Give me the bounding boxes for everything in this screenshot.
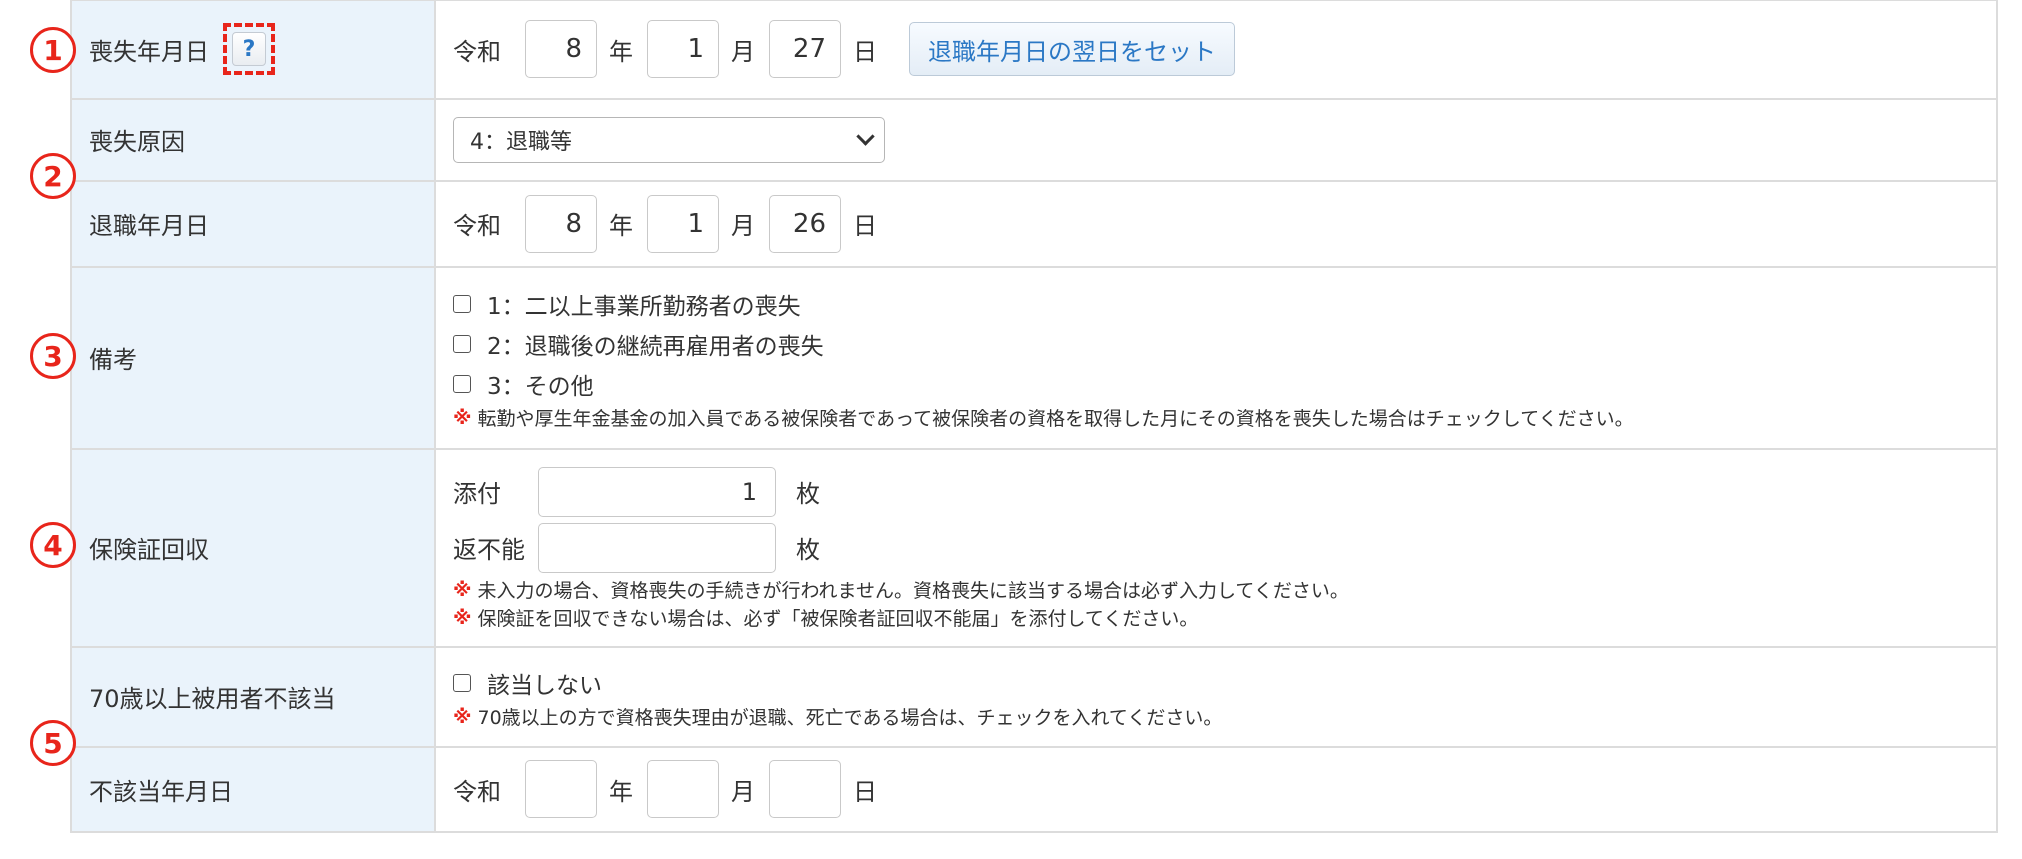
label-cell-insurance-card: 保険証回収 [70,447,436,648]
help-highlight: ? [223,23,275,76]
era-label: 令和 [453,37,501,66]
loss-reason-select[interactable]: 4：退職等 [453,116,885,163]
attached-count-input[interactable]: 1 [538,466,776,517]
year-unit: 年 [609,777,633,806]
year-unit: 年 [609,37,633,66]
loss-month-input[interactable]: 1 [647,20,719,79]
loss-form-table: 喪失年月日 ? 令和 8 年 1 月 27 日 退職年月日の翌日をセット 喪失原… [70,0,1998,833]
remarks-option-label: 1：二以上事業所勤務者の喪失 [487,293,801,320]
over70-option-label: 該当しない [487,672,602,699]
over70-option[interactable]: 該当しない [453,663,1996,703]
insurance-note-1: ※ 未入力の場合、資格喪失の手続きが行われません。資格喪失に該当する場合は必ず入… [453,576,1996,604]
label-over70: 70歳以上被用者不該当 [89,685,336,713]
note-mark: ※ [453,705,472,728]
label-cell-non-applicable-date: 不該当年月日 [70,745,436,833]
checkbox[interactable] [453,374,471,393]
value-cell-retirement-date: 令和 8 年 1 月 26 日 [434,179,1998,268]
label-cell-remarks: 備考 [70,265,436,450]
label-remarks: 備考 [89,346,137,374]
month-unit: 月 [731,777,755,806]
year-unit: 年 [609,212,633,240]
note-mark: ※ [453,578,472,601]
value-cell-over70: 該当しない ※ 70歳以上の方で資格喪失理由が退職、死亡である場合は、チェックを… [434,645,1998,748]
retirement-day-input[interactable]: 26 [769,194,841,253]
note-mark: ※ [453,606,472,629]
label-cell-loss-reason: 喪失原因 [70,97,436,182]
label-loss-date: 喪失年月日 [89,37,209,66]
set-next-day-button[interactable]: 退職年月日の翌日をセット [909,22,1235,77]
annotation-marker-2: 2 [30,153,76,199]
retirement-month-input[interactable]: 1 [647,194,719,253]
note-text: 保険証を回収できない場合は、必ず「被保険者証回収不能届」を添付してください。 [477,608,1199,630]
row-non-applicable-date: 不該当年月日 令和 年 月 日 [70,745,1998,833]
era-label: 令和 [453,777,501,806]
checkbox[interactable] [453,294,471,313]
note-text: 未入力の場合、資格喪失の手続きが行われません。資格喪失に該当する場合は必ず入力し… [477,580,1349,602]
unreturnable-label: 返不能 [453,536,525,564]
row-over70: 70歳以上被用者不該当 該当しない ※ 70歳以上の方で資格喪失理由が退職、死亡… [70,645,1998,748]
value-cell-loss-date: 令和 8 年 1 月 27 日 退職年月日の翌日をセット [434,0,1998,100]
label-retirement-date: 退職年月日 [89,212,209,240]
retirement-year-input[interactable]: 8 [525,194,597,253]
remarks-option-2[interactable]: 2：退職後の継続再雇用者の喪失 [453,324,1996,364]
era-label: 令和 [453,212,501,240]
over70-note: ※ 70歳以上の方で資格喪失理由が退職、死亡である場合は、チェックを入れてくださ… [453,703,1996,731]
remarks-option-3[interactable]: 3：その他 [453,364,1996,404]
row-loss-reason: 喪失原因 4：退職等 [70,97,1998,182]
note-text: 70歳以上の方で資格喪失理由が退職、死亡である場合は、チェックを入れてください。 [477,707,1223,729]
month-unit: 月 [731,37,755,66]
annotation-marker-3: 3 [30,333,76,379]
label-insurance-card: 保険証回収 [89,536,209,564]
row-loss-date: 喪失年月日 ? 令和 8 年 1 月 27 日 退職年月日の翌日をセット [70,0,1998,100]
label-cell-loss-date: 喪失年月日 ? [70,0,436,100]
attached-label: 添付 [453,480,501,508]
loss-day-input[interactable]: 27 [769,20,841,79]
non-applicable-day-input[interactable] [769,760,841,818]
checkbox[interactable] [453,673,471,692]
loss-year-input[interactable]: 8 [525,20,597,79]
month-unit: 月 [731,212,755,240]
annotation-marker-1: 1 [30,27,76,73]
day-unit: 日 [853,777,877,806]
remarks-note: ※ 転勤や厚生年金基金の加入員である被保険者であって被保険者の資格を取得した月に… [453,404,1996,432]
label-cell-retirement-date: 退職年月日 [70,179,436,268]
label-cell-over70: 70歳以上被用者不該当 [70,645,436,748]
row-insurance-card: 保険証回収 添付 1 枚 返不能 枚 ※ 未入力の場合、資格喪失の手続きが行われ… [70,447,1998,648]
value-cell-loss-reason: 4：退職等 [434,97,1998,182]
row-retirement-date: 退職年月日 令和 8 年 1 月 26 日 [70,179,1998,268]
annotation-marker-5: 5 [30,720,76,766]
checkbox[interactable] [453,334,471,353]
non-applicable-year-input[interactable] [525,760,597,818]
value-cell-non-applicable-date: 令和 年 月 日 [434,745,1998,833]
non-applicable-month-input[interactable] [647,760,719,818]
day-unit: 日 [853,37,877,66]
insurance-note-2: ※ 保険証を回収できない場合は、必ず「被保険者証回収不能届」を添付してください。 [453,604,1996,632]
label-non-applicable-date: 不該当年月日 [89,777,233,806]
label-loss-reason: 喪失原因 [89,128,185,156]
loss-reason-selected: 4：退職等 [470,129,572,155]
note-mark: ※ [453,406,472,429]
remarks-option-1[interactable]: 1：二以上事業所勤務者の喪失 [453,284,1996,324]
attached-unit: 枚 [796,480,820,508]
remarks-option-label: 2：退職後の継続再雇用者の喪失 [487,333,824,360]
value-cell-insurance-card: 添付 1 枚 返不能 枚 ※ 未入力の場合、資格喪失の手続きが行われません。資格… [434,447,1998,648]
unreturnable-unit: 枚 [796,536,820,564]
row-remarks: 備考 1：二以上事業所勤務者の喪失 2：退職後の継続再雇用者の喪失 3：その他 … [70,265,1998,450]
note-text: 転勤や厚生年金基金の加入員である被保険者であって被保険者の資格を取得した月にその… [477,408,1634,430]
chevron-down-icon [856,127,875,146]
unreturnable-count-input[interactable] [538,522,776,573]
help-button[interactable]: ? [232,32,266,67]
remarks-option-label: 3：その他 [487,373,594,400]
annotation-marker-4: 4 [30,522,76,568]
value-cell-remarks: 1：二以上事業所勤務者の喪失 2：退職後の継続再雇用者の喪失 3：その他 ※ 転… [434,265,1998,450]
day-unit: 日 [853,212,877,240]
